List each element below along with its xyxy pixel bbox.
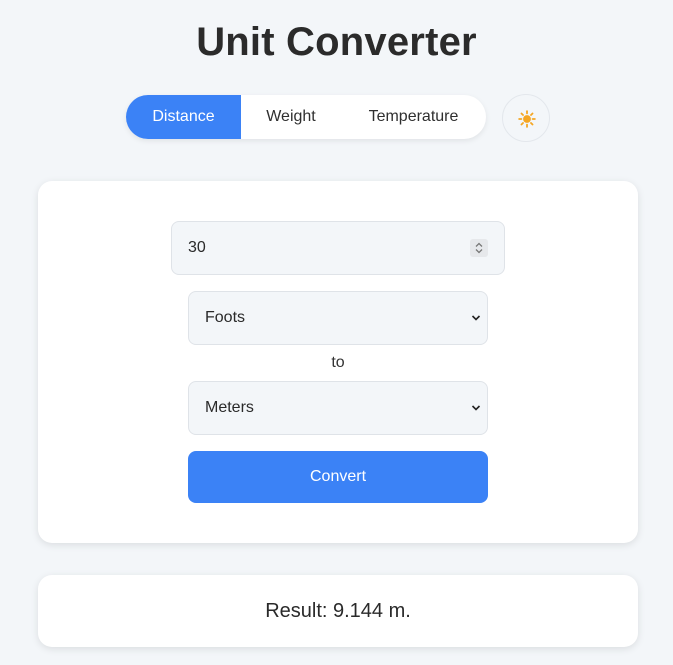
converter-card: 30 Foots to Meters Convert xyxy=(38,181,638,543)
result-text: Result: 9.144 m. xyxy=(265,600,411,622)
number-spinner-icon[interactable] xyxy=(470,239,488,257)
result-card: Result: 9.144 m. xyxy=(38,575,638,647)
tab-weight[interactable]: Weight xyxy=(241,95,341,139)
page-title: Unit Converter xyxy=(196,20,477,64)
to-label: to xyxy=(331,354,345,371)
chevron-down-icon xyxy=(471,405,481,411)
chevron-down-icon xyxy=(471,315,481,321)
convert-button[interactable]: Convert xyxy=(188,451,488,503)
tab-distance[interactable]: Distance xyxy=(126,95,241,139)
theme-toggle-button[interactable] xyxy=(502,94,550,142)
amount-value: 30 xyxy=(188,239,206,256)
to-unit-value: Meters xyxy=(205,399,254,416)
tab-temperature[interactable]: Temperature xyxy=(341,95,486,139)
category-tabs: Distance Weight Temperature xyxy=(126,95,486,139)
amount-input[interactable]: 30 xyxy=(171,221,505,275)
sun-icon xyxy=(518,110,536,128)
to-unit-select[interactable]: Meters xyxy=(188,381,488,435)
from-unit-value: Foots xyxy=(205,309,246,326)
from-unit-select[interactable]: Foots xyxy=(188,291,488,345)
